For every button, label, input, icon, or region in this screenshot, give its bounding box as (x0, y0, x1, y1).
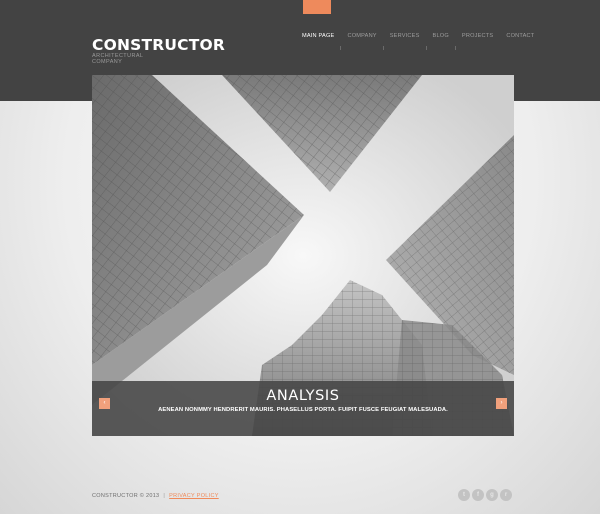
nav-item-blog[interactable]: BLOG (432, 33, 456, 50)
accent-tab (303, 0, 331, 14)
facebook-icon[interactable]: f (472, 489, 484, 501)
chevron-right-icon: › (500, 400, 503, 406)
nav-label: PROJECTS (461, 33, 494, 39)
main-nav: MAIN PAGE COMPANY SERVICES BLOG PROJECTS… (302, 33, 547, 50)
hero-slider: ANALYSIS AENEAN NONMMY HENDRERIT MAURIS.… (92, 75, 514, 436)
slide-caption: ANALYSIS AENEAN NONMMY HENDRERIT MAURIS.… (92, 381, 514, 436)
site-logo[interactable]: CONSTRUCTOR (92, 37, 225, 53)
nav-label: COMPANY (347, 33, 377, 39)
nav-item-main-page[interactable]: MAIN PAGE (302, 33, 342, 50)
copyright-text: CONSTRUCTOR © 2013 (92, 493, 160, 499)
nav-divider (454, 46, 456, 50)
social-links: t f g r (458, 489, 514, 501)
nav-divider (340, 46, 342, 50)
nav-item-services[interactable]: SERVICES (389, 33, 427, 50)
slider-prev-button[interactable]: ‹ (99, 398, 110, 409)
footer-separator: | (163, 493, 166, 499)
privacy-policy-link[interactable]: PRIVACY POLICY (169, 493, 219, 499)
slide-text: AENEAN NONMMY HENDRERIT MAURIS. PHASELLU… (158, 407, 448, 413)
nav-item-contact[interactable]: CONTACT (506, 33, 534, 40)
google-plus-icon[interactable]: g (486, 489, 498, 501)
slide-title: ANALYSIS (266, 388, 340, 404)
nav-label: CONTACT (506, 33, 535, 39)
nav-label: SERVICES (389, 33, 420, 39)
twitter-icon[interactable]: t (458, 489, 470, 501)
site-tagline: ARCHITECTURAL COMPANY (92, 53, 152, 65)
nav-label: BLOG (432, 33, 449, 39)
nav-divider (382, 46, 384, 50)
nav-item-company[interactable]: COMPANY (347, 33, 384, 50)
site-footer: CONSTRUCTOR © 2013 | PRIVACY POLICY (92, 493, 219, 499)
nav-item-projects[interactable]: PROJECTS (462, 33, 493, 40)
slider-next-button[interactable]: › (496, 398, 507, 409)
nav-divider (425, 46, 427, 50)
nav-label: MAIN PAGE (302, 33, 335, 39)
rss-icon[interactable]: r (500, 489, 512, 501)
chevron-left-icon: ‹ (103, 400, 106, 406)
tagline-line-2: COMPANY (92, 59, 123, 65)
